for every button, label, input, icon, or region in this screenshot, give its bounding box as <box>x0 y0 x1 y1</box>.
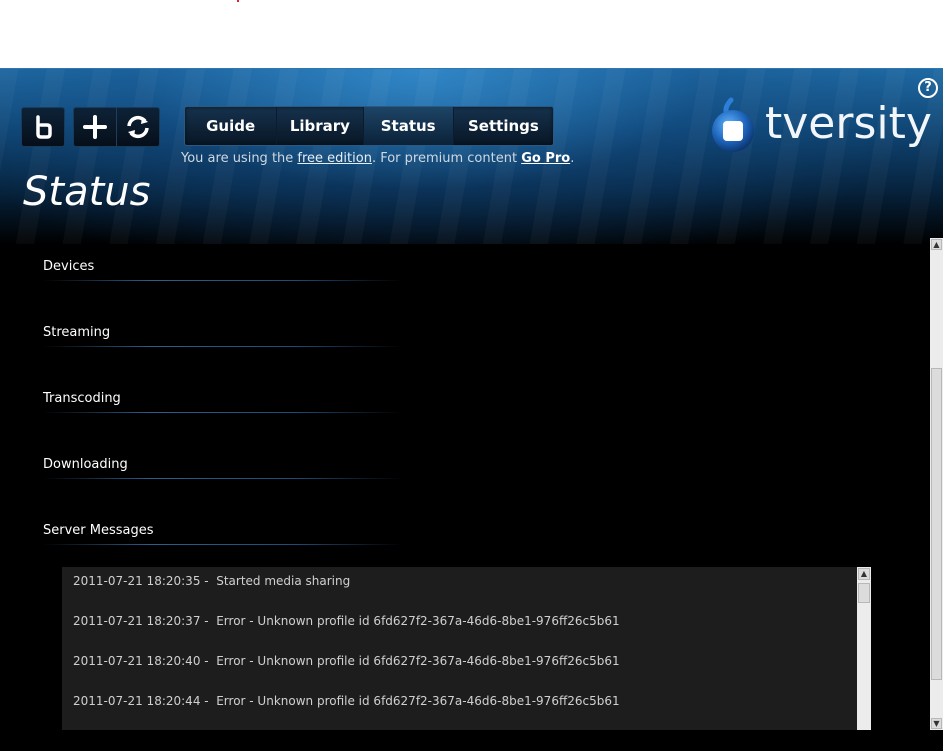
main-nav: Guide Library Status Settings <box>184 106 554 146</box>
section-divider <box>43 412 403 413</box>
messages-scroll-thumb[interactable] <box>858 583 870 603</box>
help-icon[interactable]: ? <box>918 78 938 98</box>
tversity-logo-icon <box>712 97 754 152</box>
section-devices[interactable]: Devices <box>43 259 94 274</box>
tab-library[interactable]: Library <box>277 107 364 145</box>
section-transcoding[interactable]: Transcoding <box>43 391 121 406</box>
plus-icon <box>83 115 107 139</box>
edition-suffix: . <box>570 151 575 166</box>
message-row: 2011-07-21 18:20:35 - Started media shar… <box>73 574 351 588</box>
tversity-app: Guide Library Status Settings You are us… <box>0 68 943 751</box>
section-streaming[interactable]: Streaming <box>43 325 110 340</box>
logo-text: tversity <box>765 98 932 149</box>
tool-group-left <box>21 107 65 147</box>
refresh-icon <box>127 115 149 139</box>
scroll-up-icon[interactable]: ▲ <box>931 239 942 250</box>
message-row: 2011-07-21 18:20:44 - Error - Unknown pr… <box>73 694 620 708</box>
section-divider <box>43 544 403 545</box>
tv-logo-icon <box>36 115 52 139</box>
tab-settings[interactable]: Settings <box>454 107 553 145</box>
free-edition-link[interactable]: free edition <box>297 151 372 166</box>
add-button[interactable] <box>74 108 116 146</box>
tversity-logo: tversity <box>707 96 932 160</box>
page-scrollbar[interactable]: ▲ ▼ <box>930 238 943 730</box>
go-pro-link[interactable]: Go Pro <box>521 151 570 166</box>
edition-prefix: You are using the <box>181 151 298 166</box>
scroll-up-icon[interactable]: ▲ <box>858 568 870 580</box>
section-divider <box>43 346 403 347</box>
message-row: 2011-07-21 18:20:40 - Error - Unknown pr… <box>73 654 620 668</box>
message-row: 2011-07-21 18:20:37 - Error - Unknown pr… <box>73 614 620 628</box>
scroll-down-icon[interactable]: ▼ <box>931 718 942 729</box>
section-server-messages[interactable]: Server Messages <box>43 523 154 538</box>
tab-status[interactable]: Status <box>363 107 454 145</box>
edition-notice: You are using the free edition. For prem… <box>181 151 574 166</box>
edition-middle: . For premium content <box>371 151 522 166</box>
tv-logo-button[interactable] <box>22 108 64 146</box>
tab-guide[interactable]: Guide <box>185 107 278 145</box>
section-downloading[interactable]: Downloading <box>43 457 128 472</box>
stray-pixel <box>237 0 239 2</box>
server-messages-panel[interactable]: 2011-07-21 18:20:35 - Started media shar… <box>62 567 871 730</box>
section-divider <box>43 280 403 281</box>
messages-scrollbar[interactable]: ▲ <box>857 567 871 730</box>
tool-group-right <box>73 107 160 147</box>
refresh-button[interactable] <box>116 108 159 146</box>
section-divider <box>43 478 403 479</box>
page-title: Status <box>23 169 151 215</box>
page-scroll-thumb[interactable] <box>931 368 942 680</box>
